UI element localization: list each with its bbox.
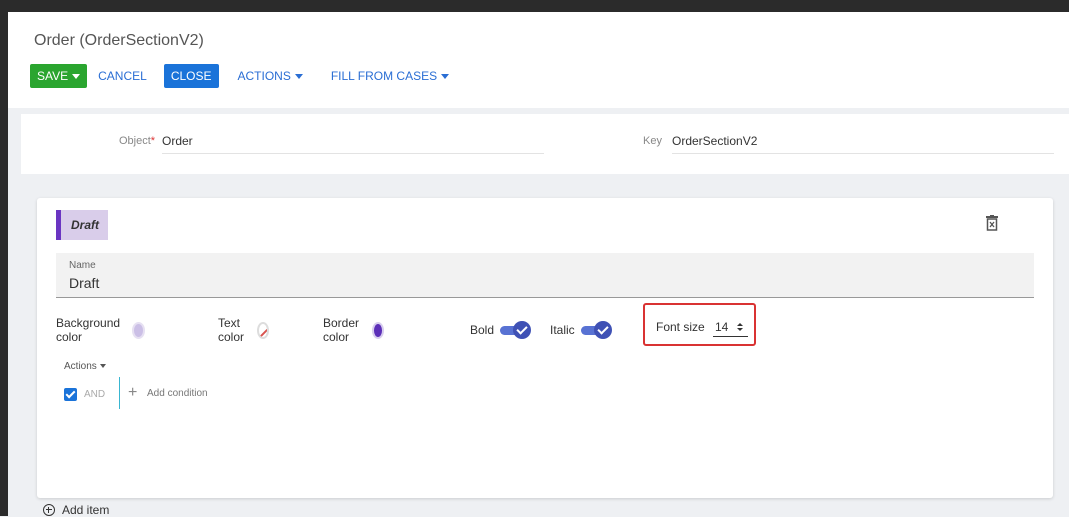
plus-icon[interactable]: + [128,385,137,401]
add-item-button[interactable]: Add item [43,503,109,517]
delete-icon[interactable] [985,215,999,231]
bold-property: Bold [470,318,532,342]
chevron-down-icon [99,364,106,369]
fill-from-cases-label: FILL FROM CASES [330,69,438,83]
chevron-down-icon [72,74,81,80]
key-label: Key [643,135,662,147]
save-button[interactable]: SAVE [30,64,88,88]
window-top-edge [8,0,1069,12]
key-field[interactable]: OrderSectionV2 [672,134,757,148]
page-header: Order (OrderSectionV2) SAVE CANCEL CLOSE… [8,12,1069,108]
check-icon [593,321,612,339]
save-button-label: SAVE [37,69,69,83]
font-size-label: Font size [656,320,705,334]
actions-menu-label: ACTIONS [237,69,291,83]
add-condition-button[interactable]: Add condition [147,388,208,399]
italic-toggle[interactable] [580,320,613,340]
text-color-swatch[interactable] [257,321,270,339]
window-left-edge [0,0,8,516]
required-marker: * [150,135,156,147]
condition-checkbox[interactable] [64,388,77,401]
bold-label: Bold [470,323,495,337]
spinner-icon[interactable] [736,322,744,332]
page-title: Order (OrderSectionV2) [34,32,204,49]
background-color-swatch[interactable] [131,321,146,339]
italic-property: Italic [550,318,613,342]
border-color-label: Border color [323,316,360,344]
font-size-input[interactable]: 14 [713,318,748,337]
condition-divider [119,377,120,409]
fill-from-cases-button[interactable]: FILL FROM CASES [324,64,456,88]
italic-label: Italic [550,323,575,337]
name-label: Name [69,260,96,271]
bold-toggle[interactable] [500,320,532,340]
actions-dropdown[interactable]: Actions [64,361,106,372]
actions-menu-button[interactable]: ACTIONS [231,64,310,88]
object-label-text: Object [119,135,151,147]
border-color-swatch[interactable] [371,321,385,339]
text-color-property: Text color [218,316,270,344]
border-color-property: Border color [323,316,385,344]
chevron-down-icon [441,74,450,80]
chevron-down-icon [294,74,303,80]
background-color-label: Background color [56,316,121,344]
font-size-highlight: Font size 14 [643,303,756,346]
name-value: Draft [69,275,100,291]
text-color-label: Text color [218,316,245,344]
object-field-underline [162,153,544,154]
add-item-label: Add item [62,503,110,517]
object-field[interactable]: Order [162,134,193,148]
name-field[interactable]: Name Draft [56,253,1034,298]
font-size-value: 14 [715,320,729,334]
item-preview-label: Draft [71,218,100,232]
background-color-property: Background color [56,316,146,344]
operator-label[interactable]: AND [84,389,105,400]
object-key-section: Object* Order Key OrderSectionV2 [21,114,1069,174]
item-card: Draft Name Draft Background color Text c… [37,198,1053,498]
key-field-underline [672,153,1054,154]
item-preview-badge: Draft [56,210,108,240]
actions-dropdown-label: Actions [64,361,97,372]
close-button[interactable]: CLOSE [163,64,219,88]
toolbar: SAVE CANCEL CLOSE ACTIONS FILL FROM CASE… [30,64,456,88]
object-label: Object* [119,135,155,147]
cancel-button[interactable]: CANCEL [91,64,154,88]
plus-circle-icon [43,504,55,516]
check-icon [513,321,532,339]
